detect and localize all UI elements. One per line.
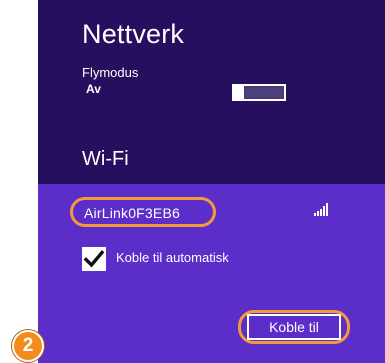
network-name[interactable]: AirLink0F3EB6 xyxy=(84,205,180,221)
panel-title: Nettverk xyxy=(82,19,185,49)
airplane-mode-label: Flymodus xyxy=(82,65,139,80)
signal-bars-icon xyxy=(314,203,328,216)
wifi-heading: Wi-Fi xyxy=(82,148,129,170)
connect-button[interactable]: Koble til xyxy=(247,314,341,340)
connect-button-highlight: Koble til xyxy=(238,310,350,344)
airplane-mode-state: Av xyxy=(86,82,101,96)
airplane-mode-toggle[interactable] xyxy=(232,84,286,101)
checkmark-icon xyxy=(83,250,105,268)
network-name-highlight[interactable]: AirLink0F3EB6 xyxy=(70,197,216,227)
step-number-badge: 2 xyxy=(12,330,44,362)
toggle-track xyxy=(246,88,282,97)
auto-connect-checkbox[interactable] xyxy=(82,247,106,271)
toggle-thumb[interactable] xyxy=(232,84,244,101)
auto-connect-label: Koble til automatisk xyxy=(116,250,229,265)
